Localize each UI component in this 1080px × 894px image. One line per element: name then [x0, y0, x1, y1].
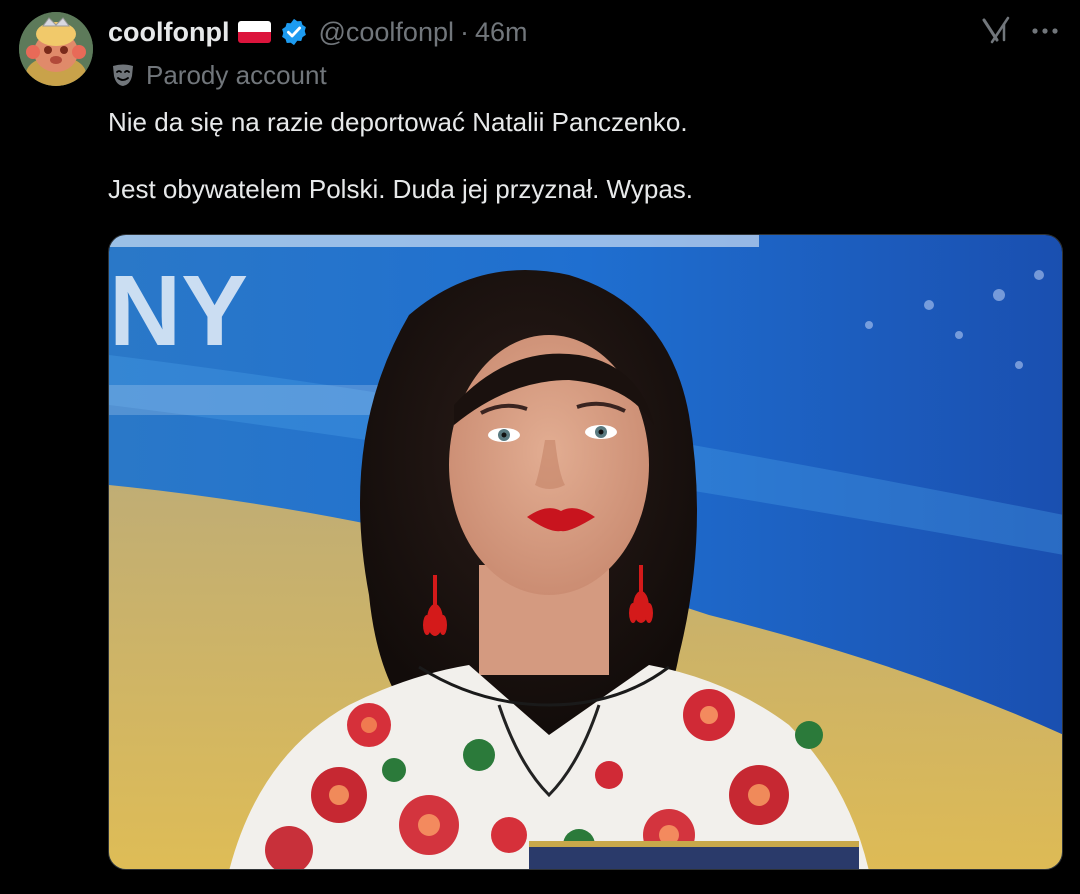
author-display-name[interactable]: coolfonpl [108, 17, 229, 48]
theater-mask-icon [110, 62, 136, 88]
verified-badge-icon[interactable] [279, 17, 309, 47]
tweet-paragraph: Jest obywatelem Polski. Duda jej przyzna… [108, 174, 693, 204]
tweet-card[interactable]: coolfonpl @coolfonpl · 46m Parody accoun… [0, 0, 1080, 894]
timestamp[interactable]: 46m [475, 17, 528, 48]
author-handle[interactable]: @coolfonpl [318, 17, 454, 48]
avatar[interactable] [19, 12, 93, 86]
grok-icon[interactable] [980, 14, 1012, 46]
separator-dot: · [459, 16, 469, 47]
tweet-header: coolfonpl @coolfonpl · 46m [108, 13, 528, 51]
tweet-text: Nie da się na razie deportować Natalii P… [108, 104, 1048, 207]
poland-flag-icon [238, 21, 272, 43]
more-options-icon[interactable] [1030, 24, 1060, 38]
banner-text: NY [109, 255, 248, 367]
tweet-paragraph: Nie da się na razie deportować Natalii P… [108, 107, 688, 137]
tweet-photo[interactable]: NY [108, 234, 1063, 870]
parody-label: Parody account [110, 58, 327, 92]
parody-account-label: Parody account [146, 59, 327, 90]
